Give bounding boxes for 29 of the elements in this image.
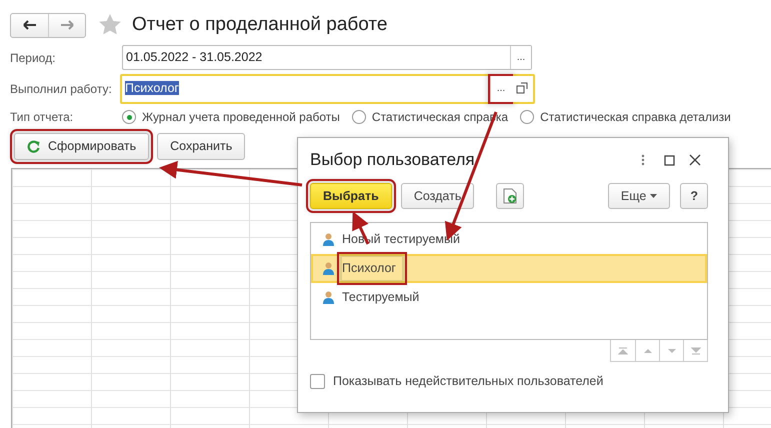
caret-icon <box>650 194 658 198</box>
checkbox-option[interactable]: Показывать недействительных пользователей <box>310 372 708 391</box>
radio-option[interactable]: Журнал учета проведенной работы <box>122 108 340 126</box>
field-label: Период: <box>10 50 56 66</box>
user-icon <box>323 291 334 304</box>
add-document-icon <box>503 188 518 204</box>
user-icon <box>323 233 334 246</box>
dialog-title: Выбор пользователя <box>310 149 475 172</box>
arrow-left-icon <box>22 20 36 30</box>
create-button[interactable]: Создать <box>400 183 474 209</box>
save-button[interactable]: Сохранить <box>157 133 246 160</box>
list-item[interactable]: Тестируемый <box>311 283 707 312</box>
refresh-icon <box>27 140 40 153</box>
open-icon <box>516 82 528 94</box>
choose-button[interactable]: ... <box>490 76 511 102</box>
add-document-button[interactable] <box>496 183 524 209</box>
input-field[interactable]: Психолог ... <box>120 74 535 104</box>
radio-option[interactable]: Статистическая справка детализи <box>520 108 731 126</box>
window-title: Отчет о проделанной работе <box>132 12 388 37</box>
list-item[interactable]: Психолог <box>311 254 707 283</box>
more-menu-button[interactable]: Еще <box>608 183 670 209</box>
field-label: Выполнил работу: <box>10 80 113 98</box>
user-icon <box>323 262 334 275</box>
help-button[interactable]: ? <box>680 183 708 209</box>
star-icon[interactable] <box>98 13 122 37</box>
input-field[interactable]: 01.05.2022 - 31.05.2022 ... <box>122 45 532 70</box>
field-label: Тип отчета: <box>10 109 74 126</box>
choose-button[interactable]: ... <box>510 46 531 69</box>
arrow-right-icon <box>60 20 74 30</box>
